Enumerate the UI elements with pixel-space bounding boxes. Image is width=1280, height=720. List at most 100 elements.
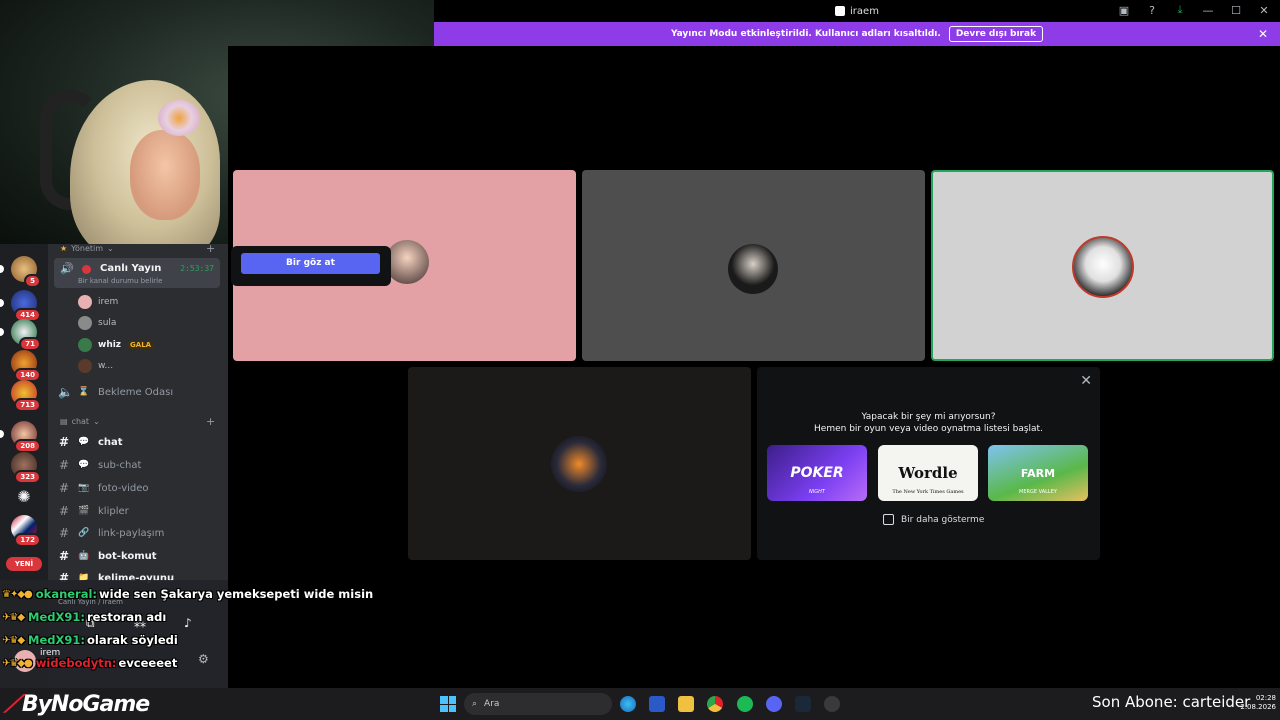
store-icon[interactable] <box>649 696 665 712</box>
game-subtitle: NIGHT <box>809 489 825 495</box>
system-clock[interactable]: 02:28 2.08.2026 <box>1240 694 1276 712</box>
voice-user-name: irem <box>98 297 119 307</box>
voice-user[interactable]: irem <box>78 295 118 309</box>
discord-icon[interactable] <box>766 696 782 712</box>
badge-icons: ✈♛◆ <box>2 611 25 623</box>
chevron-down-icon: ⌄ <box>93 417 100 426</box>
spotify-icon[interactable] <box>737 696 753 712</box>
voice-user[interactable]: w... <box>78 359 113 373</box>
user-tag: GALA <box>127 341 155 349</box>
hash-icon: # <box>58 435 70 449</box>
channel-status[interactable]: Bir kanal durumu belirle <box>78 277 162 285</box>
category-label: Yönetim <box>71 244 104 253</box>
hash-icon: # <box>58 549 70 563</box>
voice-user[interactable]: whiz GALA <box>78 338 155 352</box>
server-icon-7[interactable]: 323 <box>11 452 41 484</box>
webcam-hair-roller <box>158 100 200 136</box>
chat-message: ✈♛◆ MedX91: olarak söyledi <box>2 633 178 647</box>
window-title: iraem <box>835 6 879 17</box>
download-icon[interactable]: ⤓ <box>1172 3 1188 17</box>
voice-stage <box>228 46 1280 688</box>
edge-icon[interactable] <box>620 696 636 712</box>
notification-badge: 323 <box>14 470 41 484</box>
video-tile-4[interactable] <box>408 367 751 560</box>
channel-emoji: 💬 <box>78 460 90 470</box>
close-icon[interactable]: ✕ <box>1080 373 1092 389</box>
chat-text: evceeeet <box>118 656 178 670</box>
take-a-look-button[interactable]: Bir göz at <box>241 253 380 274</box>
screen: iraem ▣ ? ⤓ — ☐ ✕ Yayıncı Modu etkinleşt… <box>0 0 1280 720</box>
inbox-icon[interactable]: ▣ <box>1116 4 1132 17</box>
window-controls: ▣ ? ⤓ — ☐ ✕ <box>1116 3 1272 17</box>
video-tile-3-speaking[interactable] <box>931 170 1274 361</box>
server-icon-3[interactable]: 71 <box>11 319 41 351</box>
text-channel-sub-chat[interactable]: # 💬 sub-chat <box>58 458 218 472</box>
hash-icon: # <box>58 458 70 472</box>
voice-channel-live[interactable]: 🔊 Canlı Yayın 2:53:37 Bir kanal durumu b… <box>54 258 220 288</box>
add-channel-icon[interactable]: + <box>206 415 215 428</box>
star-icon: ★ <box>60 244 68 253</box>
gear-icon[interactable]: ⚙ <box>198 652 209 666</box>
disable-streamer-mode-button[interactable]: Devre dışı bırak <box>948 26 1044 42</box>
notification-badge: 172 <box>14 533 41 547</box>
video-tile-2[interactable] <box>582 170 925 361</box>
chat-text: olarak söyledi <box>87 633 178 647</box>
text-channel-bot-komut[interactable]: # 🤖 bot-komut <box>58 549 218 563</box>
new-badge[interactable]: YENİ <box>6 557 42 571</box>
server-icon-2[interactable]: 414 <box>11 290 41 322</box>
game-card-poker[interactable]: POKER NIGHT <box>767 445 867 501</box>
game-subtitle: The New York Times Games <box>892 489 964 495</box>
avatar <box>78 359 92 373</box>
voice-user[interactable]: sula <box>78 316 116 330</box>
taskbar-search[interactable]: ⌕ Ara <box>464 693 612 715</box>
category-chat[interactable]: ▤ chat ⌄ + <box>60 415 215 428</box>
voice-user-name: whiz <box>98 340 122 350</box>
text-channel-link-paylasim[interactable]: # 🔗 link-paylaşım <box>58 526 218 540</box>
close-icon[interactable]: ✕ <box>1258 27 1268 41</box>
obs-icon[interactable] <box>824 696 840 712</box>
server-icon-9[interactable]: 172 <box>11 515 41 547</box>
channel-name: bot-komut <box>98 550 157 562</box>
windows-start-icon[interactable] <box>440 696 456 712</box>
chat-username: MedX91: <box>28 633 85 647</box>
category-admin[interactable]: ★ Yönetim ⌄ + <box>60 242 215 255</box>
folder-icon[interactable] <box>678 696 694 712</box>
activity-subheading: Hemen bir oyun veya video oynatma listes… <box>814 424 1043 434</box>
webcam-streamer-face <box>130 130 200 220</box>
minimize-button[interactable]: — <box>1200 4 1216 17</box>
game-card-farm[interactable]: FARM MERGE VALLEY <box>988 445 1088 501</box>
voice-channel-waiting[interactable]: 🔈 ⌛ Bekleme Odası <box>58 385 218 399</box>
chat-text: wide sen Şakarya yemeksepeti wide misin <box>99 587 374 601</box>
game-card-wordle[interactable]: Wordle The New York Times Games <box>878 445 978 501</box>
preview-popup: Bir göz at <box>231 246 391 286</box>
close-window-button[interactable]: ✕ <box>1256 4 1272 17</box>
badge-icons: ✈♛◆● <box>2 657 33 669</box>
steam-icon[interactable] <box>795 696 811 712</box>
text-channel-klipler[interactable]: # 🎬 klipler <box>58 504 218 518</box>
chrome-icon[interactable] <box>707 696 723 712</box>
server-icon-5[interactable]: 713 <box>11 380 41 412</box>
soundboard-icon[interactable]: ♪ <box>184 616 192 630</box>
channel-name: foto-video <box>98 482 149 494</box>
text-channel-foto-video[interactable]: # 📷 foto-video <box>58 481 218 495</box>
game-title: FARM <box>1020 466 1056 480</box>
server-icon-1[interactable]: 5 <box>11 256 41 288</box>
add-channel-icon[interactable]: + <box>206 242 215 255</box>
text-channel-chat[interactable]: # 💬 chat <box>58 435 218 449</box>
dont-show-again-checkbox[interactable]: Bir daha gösterme <box>883 514 984 525</box>
chat-username: okaneral: <box>35 587 98 601</box>
channel-emoji: 🎬 <box>78 506 90 516</box>
channel-emoji: 🔗 <box>78 528 90 538</box>
checkbox-box[interactable] <box>883 514 894 525</box>
search-placeholder: Ara <box>484 699 500 709</box>
server-icon-4[interactable]: 140 <box>11 350 41 382</box>
server-icon-6[interactable]: 208 <box>11 421 41 453</box>
help-icon[interactable]: ? <box>1144 4 1160 17</box>
checkbox-label: Bir daha gösterme <box>901 514 985 525</box>
channel-name: Canlı Yayın <box>100 263 162 274</box>
channel-name: sub-chat <box>98 459 142 471</box>
avatar <box>78 316 92 330</box>
notification-badge: 5 <box>24 274 41 288</box>
server-icon-8[interactable]: ✺ <box>11 484 37 510</box>
maximize-button[interactable]: ☐ <box>1228 4 1244 17</box>
